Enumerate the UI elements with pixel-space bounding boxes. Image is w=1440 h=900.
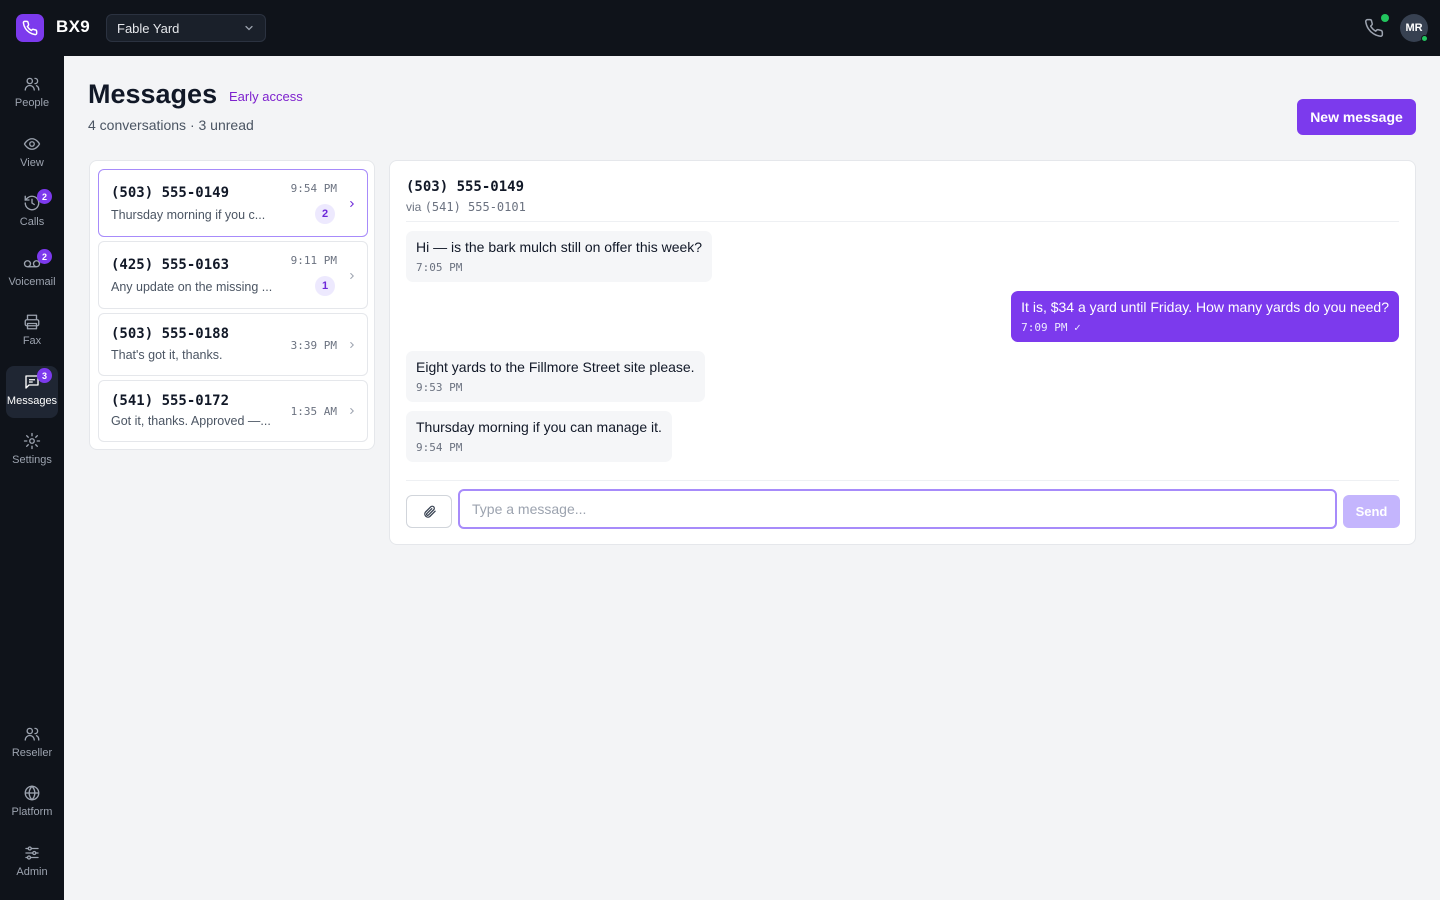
chevron-right-icon [350,200,354,208]
chevron-down-icon [245,25,253,31]
printer-icon [24,314,40,330]
sidebar-item-label: Settings [12,454,52,466]
conversation-item[interactable]: (541) 555-0172 Got it, thanks. Approved … [98,380,368,442]
message-input[interactable] [458,489,1337,529]
sidebar-item-messages[interactable]: Messages 3 [6,366,58,418]
message-time: 9:54 PM [416,441,463,454]
globe-icon [24,785,40,801]
tenant-selector[interactable]: Fable Yard [106,14,266,42]
conversation-list: (503) 555-0149 Thursday morning if you c… [89,160,375,450]
message-time: 7:05 PM [416,261,463,274]
sidebar-item-label: Calls [19,216,45,228]
sidebar-item-label: Admin [16,866,48,878]
sidebar-item-label: Voicemail [8,276,56,288]
divider [406,480,1399,481]
conversation-preview: Any update on the missing ... [111,280,273,294]
page-title: Messages [88,79,218,109]
gear-icon [23,432,41,450]
page-subtitle: 4 conversations · 3 unread [88,117,254,133]
chevron-right-icon [350,341,354,349]
tenant-name: Fable Yard [117,20,180,36]
top-bar: BX9 Fable Yard MR [0,0,1440,56]
conversation-time: 3:39 PM [290,339,337,352]
sidebar-item-label: View [20,157,44,169]
message-time: 7:09 PM ✓ [1021,321,1081,334]
conversation-item[interactable]: (503) 555-0149 Thursday morning if you c… [98,169,368,237]
conversation-time: 9:54 PM [290,182,337,195]
message-text: Thursday morning if you can manage it. [416,419,662,435]
via-label: via [406,200,422,214]
sidebar-item-label: Messages [6,395,58,407]
send-button[interactable]: Send [1343,495,1400,528]
conversation-number: (425) 555-0163 [111,257,230,273]
conversation-preview: Thursday morning if you c... [111,208,266,222]
sidebar-item-calls[interactable]: Calls 2 [6,187,58,239]
people-icon [24,77,40,91]
conversation-number: (503) 555-0188 [111,326,230,342]
conversation-preview: That's got it, thanks. [111,348,223,362]
brand-name: BX9 [56,17,90,36]
message-thread: (503) 555-0149 via (541) 555-0101 Hi — i… [389,160,1416,545]
sidebar-item-view[interactable]: View [6,128,58,180]
unread-badge: 1 [315,276,335,296]
new-message-button[interactable]: New message [1297,99,1416,135]
people-icon [24,727,40,741]
sidebar-item-people[interactable]: People [6,68,58,120]
conversation-preview: Got it, thanks. Approved —... [111,414,271,428]
sliders-icon [25,846,39,860]
thread-via: via (541) 555-0101 [406,200,526,214]
softphone-icon[interactable] [1364,18,1384,38]
app-logo[interactable] [16,14,44,42]
message-bubble-outgoing: It is, $34 a yard until Friday. How many… [1011,291,1399,342]
sidebar-item-admin[interactable]: Admin [6,837,58,889]
sidebar-item-voicemail[interactable]: Voicemail 2 [6,247,58,299]
sidebar-item-label: Platform [11,806,53,818]
via-number: (541) 555-0101 [424,200,526,214]
sidebar-item-label: People [14,97,50,109]
sidebar: People View Calls 2 Voicemail 2 Fax Mess… [0,56,64,900]
message-bubble-incoming: Hi — is the bark mulch still on offer th… [406,231,713,282]
message-text: Eight yards to the Fillmore Street site … [416,359,695,375]
thread-number: (503) 555-0149 [406,179,525,195]
message-text: Hi — is the bark mulch still on offer th… [416,239,703,255]
conversation-item[interactable]: (425) 555-0163 Any update on the missing… [98,241,368,309]
paperclip-icon [423,505,436,518]
sidebar-item-platform[interactable]: Platform [6,777,58,829]
early-access-tag: Early access [229,89,303,104]
divider [406,221,1399,222]
voicemail-badge: 2 [37,249,52,264]
message-text: It is, $34 a yard until Friday. How many… [1021,299,1389,315]
phone-icon [22,20,38,36]
chevron-right-icon [350,407,354,415]
unread-badge: 2 [315,204,335,224]
message-bubble-incoming: Eight yards to the Fillmore Street site … [406,351,705,402]
messages-badge: 3 [37,368,52,383]
sidebar-item-fax[interactable]: Fax [6,306,58,358]
conversation-item[interactable]: (503) 555-0188 That's got it, thanks. 3:… [98,313,368,376]
sidebar-item-label: Reseller [11,747,53,759]
eye-icon [23,138,41,150]
conversation-number: (541) 555-0172 [111,393,230,409]
attach-button[interactable] [406,495,452,528]
message-bubble-incoming: Thursday morning if you can manage it. 9… [406,411,672,462]
conversation-time: 9:11 PM [290,254,337,267]
conversation-number: (503) 555-0149 [111,185,230,201]
chevron-right-icon [350,272,354,280]
sidebar-item-settings[interactable]: Settings [6,425,58,477]
calls-badge: 2 [37,189,52,204]
conversation-time: 1:35 AM [290,405,337,418]
sidebar-item-reseller[interactable]: Reseller [6,718,58,770]
phone-status-dot [1381,14,1389,22]
presence-dot [1421,35,1428,42]
message-time: 9:53 PM [416,381,463,394]
sidebar-item-label: Fax [22,335,42,347]
